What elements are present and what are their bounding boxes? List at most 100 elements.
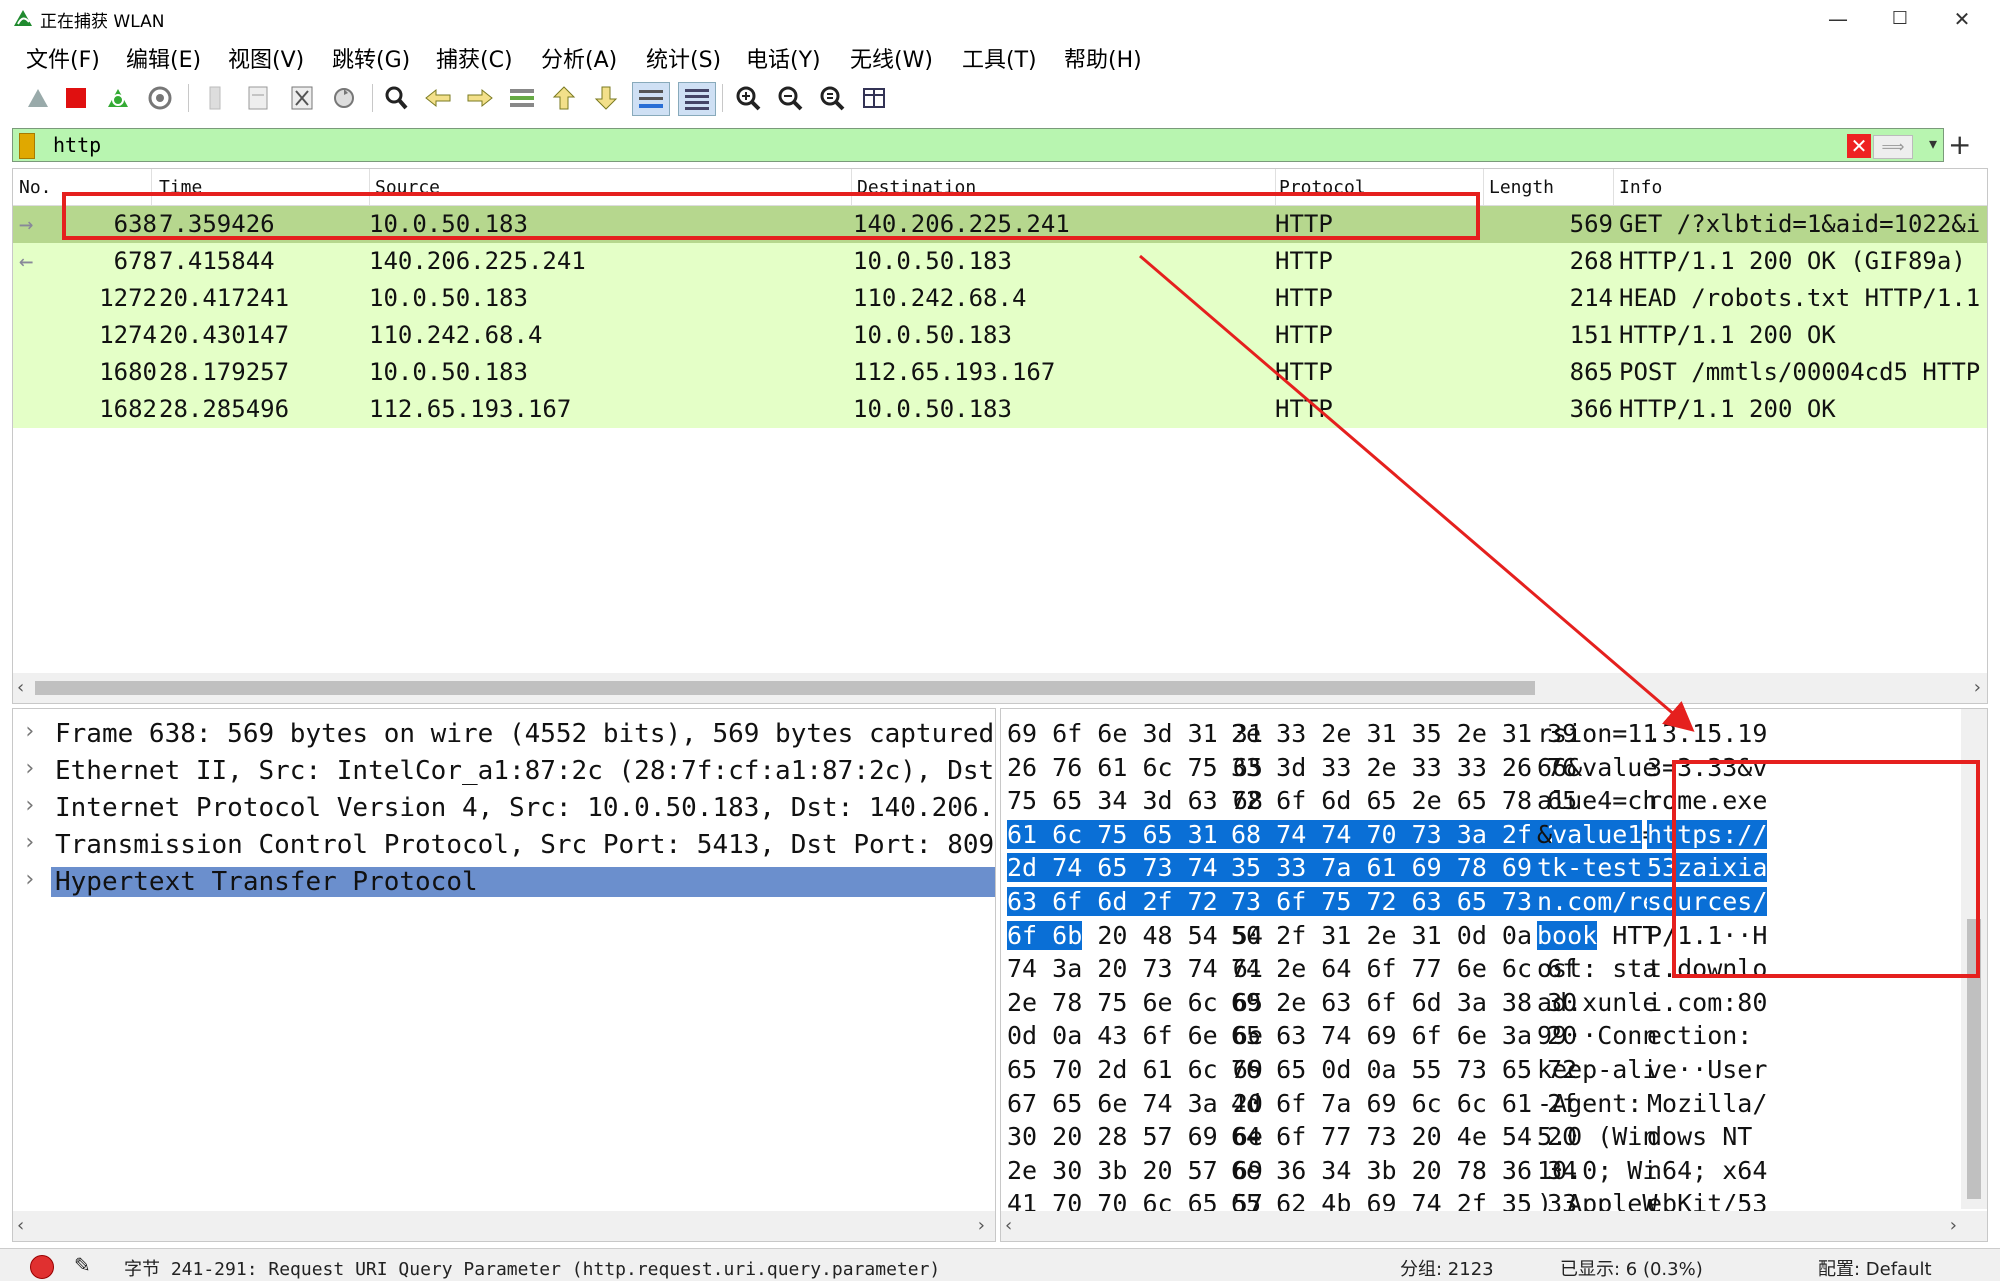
status-profile[interactable]: 配置: Default bbox=[1818, 1255, 1932, 1281]
zoom-normal-icon[interactable] bbox=[816, 82, 848, 114]
menu-capture[interactable]: 捕获(C) bbox=[436, 42, 513, 74]
go-forward-icon[interactable] bbox=[464, 82, 496, 114]
ascii-group-1: 5.0 (Win bbox=[1537, 1122, 1658, 1152]
menu-help[interactable]: 帮助(H) bbox=[1064, 42, 1142, 74]
minimize-button[interactable]: — bbox=[1818, 4, 1858, 34]
column-divider[interactable] bbox=[851, 169, 852, 205]
reload-file-icon[interactable] bbox=[328, 82, 360, 114]
packet-row[interactable]: 1272 20.417241 10.0.50.183 110.242.68.4 … bbox=[13, 280, 1987, 317]
scroll-left-icon[interactable]: ‹ bbox=[17, 677, 24, 698]
packet-row[interactable]: 1682 28.285496 112.65.193.167 10.0.50.18… bbox=[13, 391, 1987, 428]
scroll-right-icon[interactable]: › bbox=[1950, 1215, 1957, 1236]
packet-protocol: HTTP bbox=[1275, 210, 1333, 238]
resize-columns-icon[interactable] bbox=[858, 82, 890, 114]
column-header-source[interactable]: Source bbox=[375, 177, 440, 198]
packet-list-horizontal-scrollbar[interactable]: ‹ › bbox=[13, 673, 1987, 703]
details-horizontal-scrollbar[interactable]: ‹ › bbox=[13, 1211, 995, 1241]
maximize-button[interactable]: ☐ bbox=[1880, 4, 1920, 34]
menu-tools[interactable]: 工具(T) bbox=[962, 42, 1037, 74]
hex-bytes-group-1: 75 65 34 3d 63 68 bbox=[1007, 786, 1263, 816]
menu-statistics[interactable]: 统计(S) bbox=[646, 42, 721, 74]
column-header-time[interactable]: Time bbox=[159, 177, 202, 198]
bytes-horizontal-scrollbar[interactable]: ‹ › bbox=[1001, 1211, 1987, 1241]
expand-chevron-icon[interactable]: › bbox=[23, 793, 36, 818]
hex-bytes-group-2: 2e 33 2e 31 35 2e 31 39 bbox=[1231, 719, 1578, 748]
expand-chevron-icon[interactable]: › bbox=[23, 830, 36, 855]
apply-filter-button[interactable]: ⟹ bbox=[1873, 135, 1913, 159]
go-last-icon[interactable] bbox=[590, 82, 622, 114]
packet-length: 569 bbox=[1569, 210, 1613, 238]
menu-analyze[interactable]: 分析(A) bbox=[541, 42, 617, 74]
expand-chevron-icon[interactable]: › bbox=[23, 756, 36, 781]
find-packet-icon[interactable] bbox=[380, 82, 412, 114]
restart-capture-icon[interactable] bbox=[102, 82, 134, 114]
scroll-right-icon[interactable]: › bbox=[1974, 677, 1981, 698]
column-header-no[interactable]: No. bbox=[19, 177, 52, 198]
packet-row[interactable]: → 638 7.359426 10.0.50.183 140.206.225.2… bbox=[13, 206, 1987, 243]
tree-item-ipv4[interactable]: › Internet Protocol Version 4, Src: 10.0… bbox=[13, 791, 996, 827]
column-header-protocol[interactable]: Protocol bbox=[1279, 177, 1366, 198]
go-first-icon[interactable] bbox=[548, 82, 580, 114]
menu-wireless[interactable]: 无线(W) bbox=[850, 42, 933, 74]
selected-bytes-highlight: 63 6f 6d 2f 72 65 bbox=[1007, 887, 1263, 916]
tree-item-label: Internet Protocol Version 4, Src: 10.0.5… bbox=[55, 793, 996, 823]
close-file-icon[interactable] bbox=[286, 82, 318, 114]
tree-item-tcp[interactable]: › Transmission Control Protocol, Src Por… bbox=[13, 828, 995, 864]
column-divider[interactable] bbox=[151, 169, 152, 205]
packet-length: 268 bbox=[1569, 247, 1613, 275]
tree-item-http[interactable]: › Hypertext Transfer Protocol bbox=[13, 865, 995, 901]
column-header-length[interactable]: Length bbox=[1489, 177, 1554, 198]
hex-bytes-group-1: 2e 78 75 6e 6c 65 bbox=[1007, 987, 1263, 1017]
packet-row[interactable]: ← 678 7.415844 140.206.225.241 10.0.50.1… bbox=[13, 243, 1987, 280]
open-file-icon[interactable] bbox=[200, 82, 232, 114]
edit-comment-icon[interactable]: ✎ bbox=[74, 1253, 91, 1277]
auto-scroll-icon[interactable] bbox=[632, 82, 670, 116]
expand-chevron-icon[interactable]: › bbox=[23, 867, 36, 892]
scrollbar-thumb[interactable] bbox=[35, 681, 1535, 695]
bookmark-icon[interactable] bbox=[19, 133, 35, 159]
filter-history-dropdown-icon[interactable]: ▾ bbox=[1929, 134, 1937, 153]
window-title: 正在捕获 WLAN bbox=[40, 12, 165, 32]
go-back-icon[interactable] bbox=[422, 82, 454, 114]
ascii-group-1: book HTT bbox=[1537, 920, 1658, 950]
stop-capture-icon[interactable] bbox=[60, 82, 92, 114]
tree-item-ethernet[interactable]: › Ethernet II, Src: IntelCor_a1:87:2c (2… bbox=[13, 754, 995, 790]
close-window-button[interactable]: ✕ bbox=[1942, 4, 1982, 34]
colorize-icon[interactable] bbox=[678, 82, 716, 116]
column-divider[interactable] bbox=[369, 169, 370, 205]
column-divider[interactable] bbox=[1613, 169, 1614, 205]
menu-go[interactable]: 跳转(G) bbox=[332, 42, 410, 74]
tree-item-frame[interactable]: › Frame 638: 569 bytes on wire (4552 bit… bbox=[13, 717, 995, 753]
column-header-destination[interactable]: Destination bbox=[857, 177, 976, 198]
hex-bytes-group-1: 65 70 2d 61 6c 69 bbox=[1007, 1055, 1263, 1084]
zoom-in-icon[interactable] bbox=[732, 82, 764, 114]
packet-row[interactable]: 1274 20.430147 110.242.68.4 10.0.50.183 … bbox=[13, 317, 1987, 354]
menu-edit[interactable]: 编辑(E) bbox=[126, 42, 201, 74]
go-to-packet-icon[interactable] bbox=[506, 82, 538, 114]
shark-fin-start-icon[interactable] bbox=[22, 82, 54, 114]
scroll-left-icon[interactable]: ‹ bbox=[1005, 1215, 1012, 1236]
capture-status-icon[interactable] bbox=[30, 1255, 54, 1279]
selected-bytes-highlight: sources/ bbox=[1647, 887, 1768, 916]
zoom-out-icon[interactable] bbox=[774, 82, 806, 114]
column-divider[interactable] bbox=[1275, 169, 1276, 205]
bytes-vertical-scrollbar[interactable] bbox=[1961, 709, 1987, 1209]
column-header-info[interactable]: Info bbox=[1619, 177, 1662, 198]
expand-chevron-icon[interactable]: › bbox=[23, 719, 36, 744]
capture-options-icon[interactable] bbox=[144, 82, 176, 114]
add-filter-button[interactable]: + bbox=[1948, 128, 1971, 161]
save-file-icon[interactable] bbox=[242, 82, 274, 114]
hex-bytes-group-1: 61 6c 75 65 31 3d bbox=[1007, 819, 1263, 849]
menu-telephony[interactable]: 电话(Y) bbox=[746, 42, 821, 74]
selected-bytes-highlight: 6f 6b bbox=[1007, 920, 1083, 950]
column-divider[interactable] bbox=[1483, 169, 1484, 205]
display-filter-input[interactable]: http bbox=[53, 133, 101, 157]
clear-filter-button[interactable]: ✕ bbox=[1847, 134, 1871, 158]
packet-row[interactable]: 1680 28.179257 10.0.50.183 112.65.193.16… bbox=[13, 354, 1987, 391]
ascii-group-1: rsion=11 bbox=[1537, 719, 1658, 748]
menu-view[interactable]: 视图(V) bbox=[228, 42, 304, 74]
scroll-right-icon[interactable]: › bbox=[978, 1215, 985, 1236]
scroll-left-icon[interactable]: ‹ bbox=[17, 1215, 24, 1236]
menu-file[interactable]: 文件(F) bbox=[26, 42, 100, 74]
scrollbar-thumb[interactable] bbox=[1967, 919, 1981, 1199]
